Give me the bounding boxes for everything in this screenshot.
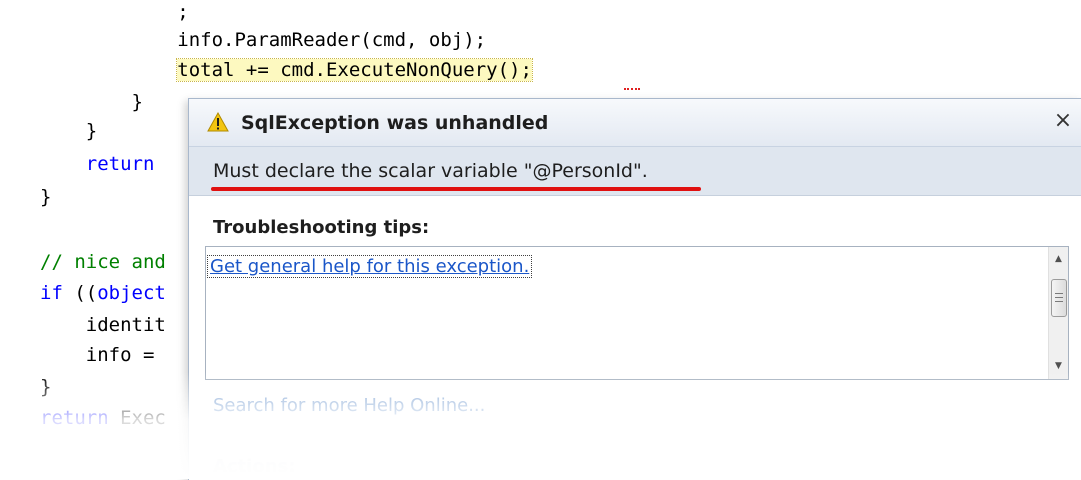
general-help-link[interactable]: Get general help for this exception. [206, 255, 533, 278]
code-line: info = [40, 343, 166, 367]
code-token: } [40, 376, 52, 398]
code-token: (( [62, 282, 98, 304]
code-token: // nice and [40, 251, 166, 273]
code-token: return [85, 153, 155, 175]
tips-scrollbar[interactable]: ▲ ▼ [1048, 247, 1068, 379]
scroll-up-arrow-icon[interactable]: ▲ [1049, 250, 1068, 269]
code-line: return Exec [40, 406, 166, 430]
code-line: info.ParamReader(cmd, obj); [40, 28, 486, 52]
code-token: } [40, 91, 143, 113]
exception-message-bar: Must declare the scalar variable "@Perso… [189, 147, 1081, 196]
exception-assistant-popup: SqlException was unhandled × Must declar… [188, 98, 1081, 480]
red-underline-annotation [211, 187, 701, 191]
code-token: ; [40, 1, 189, 23]
code-token: identit [40, 314, 166, 336]
exception-message: Must declare the scalar variable "@Perso… [213, 160, 648, 182]
code-token: } [40, 120, 98, 142]
code-line: // nice and [40, 250, 166, 274]
code-token: return [40, 407, 109, 429]
code-line: ; [40, 0, 189, 24]
search-more-help-online-link[interactable]: Search for more Help Online... [213, 395, 485, 416]
code-token: object [97, 282, 166, 304]
code-token: } [40, 186, 52, 208]
troubleshooting-tips-heading: Troubleshooting tips: [213, 217, 430, 238]
current-statement-highlight: total += cmd.ExecuteNonQuery(); [176, 58, 533, 82]
error-squiggle [624, 84, 640, 90]
code-token: Exec [108, 407, 166, 429]
code-line: } [40, 90, 143, 114]
code-line: } [40, 185, 51, 209]
code-token: info = [40, 344, 166, 366]
code-token: info.ParamReader(cmd, obj); [40, 29, 487, 51]
troubleshooting-tips-list[interactable]: Get general help for this exception. ▲ ▼ [205, 246, 1069, 380]
actions-heading: Actions: [213, 456, 296, 477]
popup-header: SqlException was unhandled × [189, 99, 1081, 147]
scroll-down-arrow-icon[interactable]: ▼ [1049, 357, 1068, 376]
code-token: if [40, 282, 63, 304]
code-line: identit [40, 313, 166, 337]
code-line: } [40, 375, 51, 399]
code-line: return [40, 152, 155, 176]
code-line: total += cmd.ExecuteNonQuery(); [40, 58, 533, 82]
close-button[interactable]: × [1050, 108, 1076, 134]
code-line: } [40, 119, 97, 143]
warning-triangle-icon [207, 112, 229, 132]
popup-title: SqlException was unhandled [241, 112, 549, 134]
scroll-thumb[interactable] [1051, 279, 1067, 317]
code-line: if ((object [40, 281, 166, 305]
